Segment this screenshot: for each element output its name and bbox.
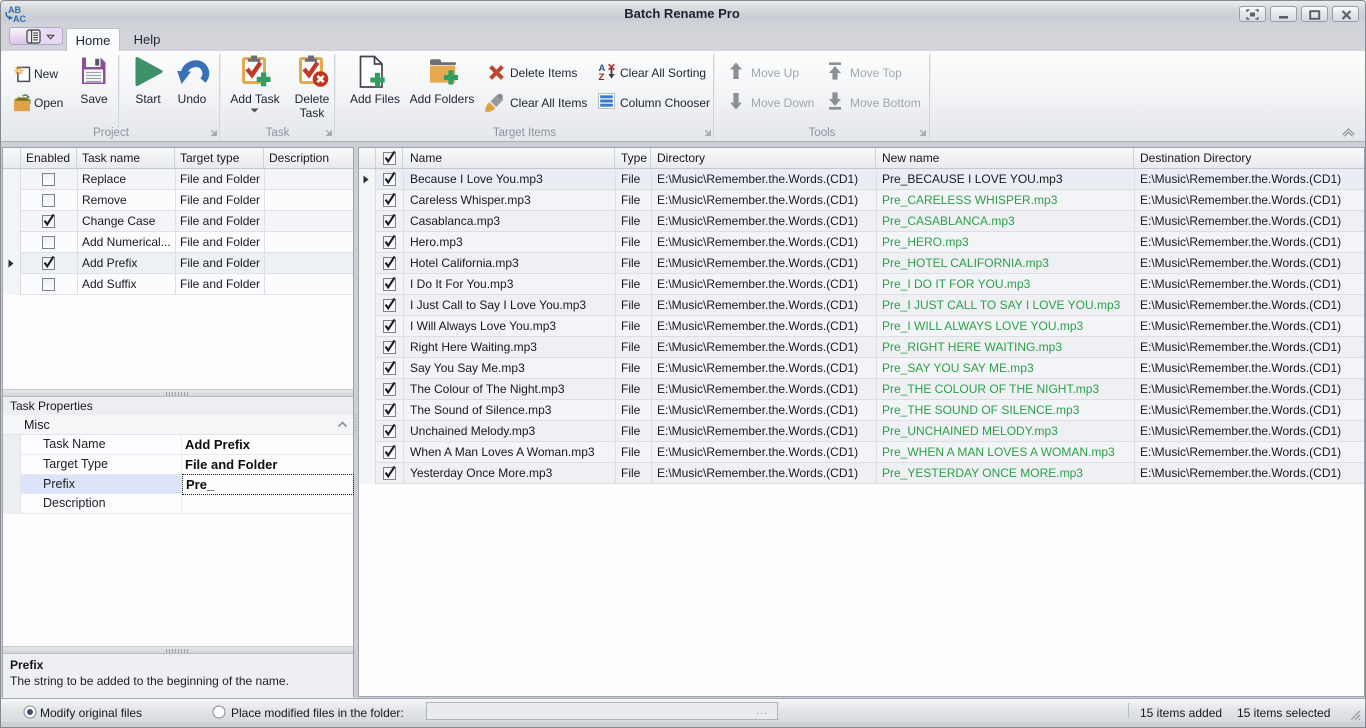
svg-text:Z: Z: [599, 72, 605, 81]
